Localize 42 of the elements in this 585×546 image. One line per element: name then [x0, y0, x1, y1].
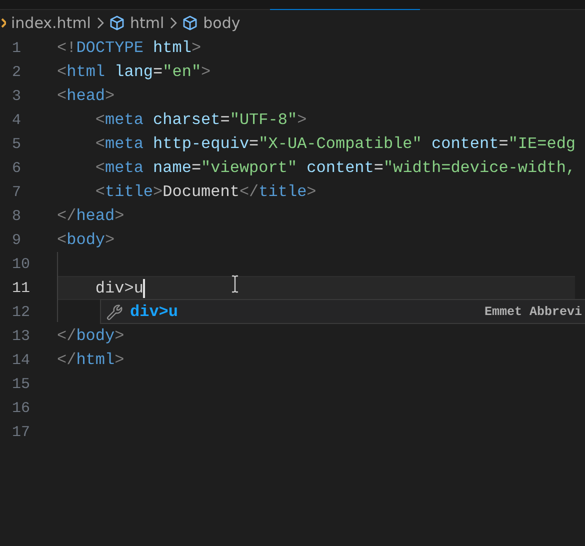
line-number: 3: [11, 88, 22, 104]
code-line: </html>: [57, 351, 124, 369]
line-number: 15: [11, 376, 32, 392]
code-line: <html lang="en">: [57, 63, 211, 81]
code-line: <meta http-equiv="X-UA-Compatible" content="IE=edg: [94, 135, 576, 153]
code-line: div>u: [94, 278, 146, 298]
breadcrumb-item[interactable]: html: [130, 14, 164, 32]
breadcrumb-item[interactable]: index.html: [11, 14, 91, 32]
line-number: 12: [11, 304, 32, 320]
wrench-icon: [106, 302, 124, 320]
code-line: </body>: [57, 327, 124, 345]
code-line: <head>: [57, 87, 115, 105]
suggestion-label: div>u: [130, 302, 178, 320]
line-number: 10: [11, 256, 32, 272]
code-line: <body>: [57, 231, 115, 249]
suggestion-popup[interactable]: div>u Emmet Abbrevi: [100, 299, 585, 324]
code-line: </head>: [57, 207, 124, 225]
line-number: 9: [11, 232, 22, 248]
line-number: 14: [11, 352, 32, 368]
line-number: 6: [11, 160, 22, 176]
text-cursor: [143, 278, 146, 298]
chevron-right-icon: [169, 17, 178, 29]
code-line: <title>Document</title>: [94, 183, 316, 201]
cube-icon: [182, 15, 198, 31]
breadcrumb-item[interactable]: body: [203, 14, 240, 32]
line-number: 1: [11, 40, 22, 56]
line-number: 5: [11, 136, 22, 152]
code-line: <!DOCTYPE html>: [57, 39, 202, 57]
cube-icon: [108, 15, 125, 31]
line-number: 13: [11, 328, 32, 344]
line-number: 11: [11, 280, 32, 296]
line-number: 17: [11, 424, 32, 440]
line-number: 8: [11, 208, 22, 224]
line-number: 7: [11, 184, 22, 200]
code-line: <meta name="viewport" content="width=device-width,: [94, 159, 576, 177]
chevron-right-icon: [96, 17, 104, 29]
code-line: <meta charset="UTF-8">: [94, 111, 307, 129]
i-beam-cursor-icon: [231, 275, 239, 293]
line-number: 2: [11, 64, 22, 80]
line-number: 4: [11, 112, 22, 128]
line-number: 16: [11, 400, 32, 416]
suggestion-detail: Emmet Abbrevi: [484, 304, 582, 318]
